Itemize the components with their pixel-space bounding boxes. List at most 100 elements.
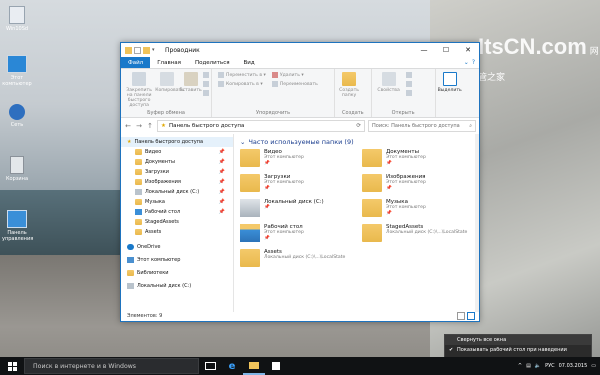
windows-logo-icon — [7, 361, 17, 371]
desktop-icon-control-panel[interactable]: Панель управления — [2, 210, 33, 242]
nav-item[interactable]: Видео 📌 — [121, 147, 233, 157]
pin-icon[interactable]: 📌 — [219, 179, 225, 185]
pin-icon[interactable]: 📌 — [219, 149, 225, 155]
tab-share[interactable]: Поделиться — [188, 57, 237, 68]
close-button[interactable]: ✕ — [457, 43, 479, 57]
chevron-down-icon[interactable]: ▾ — [152, 47, 159, 54]
pin-icon: 📌 — [386, 211, 392, 216]
taskbar-search[interactable]: Поиск в интернете и в Windows — [24, 358, 199, 374]
edge-button[interactable]: e — [221, 357, 243, 375]
minimize-button[interactable]: — — [413, 43, 435, 57]
nav-quick-access[interactable]: ★ Панель быстрого доступа — [121, 137, 233, 147]
volume-icon[interactable]: 🔈 — [535, 363, 541, 369]
clock[interactable]: 07.03.2015 — [559, 363, 588, 369]
help-icon[interactable]: ? — [472, 59, 475, 66]
maximize-button[interactable]: ☐ — [435, 43, 457, 57]
properties-icon[interactable] — [134, 46, 141, 54]
delete-button[interactable]: Удалить ▾ — [271, 71, 318, 79]
move-to-button[interactable]: Переместить в ▾ — [218, 71, 266, 79]
drive-icon — [135, 189, 142, 195]
desktop-icon-recycle-bin[interactable]: Корзина — [2, 156, 32, 182]
nav-local-disk[interactable]: Локальный диск (C:) — [121, 281, 233, 291]
desktop-icon-this-pc[interactable]: Этот компьютер — [2, 55, 32, 87]
pin-icon[interactable]: 📌 — [219, 169, 225, 175]
nav-libraries[interactable]: Библиотеки — [121, 268, 233, 278]
pin-icon[interactable]: 📌 — [219, 209, 225, 215]
desktop-icon-win10sd[interactable]: Win10Sd — [2, 6, 32, 32]
computer-icon — [127, 257, 134, 263]
forward-icon[interactable]: → — [135, 122, 143, 130]
folder-tile-documents[interactable]: Документы Этот компьютер 📌 — [362, 149, 472, 171]
folder-tile-pictures[interactable]: Изображения Этот компьютер 📌 — [362, 174, 472, 196]
folder-tile-video[interactable]: Видео Этот компьютер 📌 — [240, 149, 362, 171]
cut-icon[interactable] — [203, 71, 209, 79]
large-icons-view-icon[interactable] — [467, 312, 475, 320]
pin-icon[interactable]: 📌 — [219, 199, 225, 205]
chevron-down-icon: ⌄ — [240, 137, 246, 146]
properties-icon — [381, 72, 396, 86]
organize-group-label: Упорядочить — [255, 110, 291, 116]
checkmark-icon: ✔ — [449, 347, 454, 353]
nav-item[interactable]: Загрузки 📌 — [121, 167, 233, 177]
rename-button[interactable]: Переименовать — [271, 80, 318, 88]
refresh-icon[interactable]: ⟳ — [356, 123, 361, 129]
copy-to-button[interactable]: Копировать в ▾ — [218, 80, 266, 88]
pin-icon[interactable]: 📌 — [219, 189, 225, 195]
pin-icon[interactable]: 📌 — [219, 159, 225, 165]
tab-home[interactable]: Главная — [150, 57, 188, 68]
folder-tile-music[interactable]: Музыка Этот компьютер 📌 — [362, 199, 472, 221]
nav-this-pc[interactable]: Этот компьютер — [121, 255, 233, 265]
language-indicator[interactable]: РУС — [545, 363, 555, 369]
tab-file[interactable]: Файл — [121, 57, 151, 68]
nav-item[interactable]: Assets — [121, 227, 233, 237]
back-icon[interactable]: ← — [124, 122, 132, 130]
star-icon: ★ — [127, 139, 132, 145]
folder-tile-desktop[interactable]: Рабочий стол Этот компьютер 📌 — [240, 224, 362, 246]
chevron-down-icon[interactable]: ⌄ — [464, 59, 469, 66]
notification-icon[interactable]: ▭ — [591, 363, 596, 369]
task-view-button[interactable] — [199, 357, 221, 375]
edit-icon[interactable] — [405, 80, 412, 88]
scrollbar[interactable] — [475, 134, 479, 312]
search-input[interactable]: Поиск: Панель быстрого доступа ⌕ — [368, 120, 476, 132]
store-button[interactable] — [265, 357, 287, 375]
history-icon[interactable] — [405, 89, 412, 97]
nav-item[interactable]: Изображения 📌 — [121, 177, 233, 187]
paste-shortcut-icon[interactable] — [203, 89, 209, 97]
nav-onedrive[interactable]: OneDrive — [121, 242, 233, 252]
explorer-button[interactable] — [243, 357, 265, 375]
group-header[interactable]: ⌄ Часто используемые папки (9) — [240, 137, 473, 146]
nav-item[interactable]: Рабочий стол 📌 — [121, 207, 233, 217]
nav-item[interactable]: Музыка 📌 — [121, 197, 233, 207]
new-group-label: Создать — [342, 110, 364, 116]
tab-view[interactable]: Вид — [237, 57, 262, 68]
folder-tile-local-disk[interactable]: Локальный диск (C:) 📌 — [240, 199, 362, 221]
pin-icon: 📌 — [386, 161, 392, 166]
nav-item[interactable]: Документы 📌 — [121, 157, 233, 167]
pin-icon: 📌 — [264, 236, 270, 241]
details-view-icon[interactable] — [457, 312, 465, 320]
nav-item[interactable]: StagedAssets — [121, 217, 233, 227]
folder-tile-assets[interactable]: Assets Локальный диск (C:)\...\LocalState — [240, 249, 362, 271]
title-bar[interactable]: ▾ Проводник — ☐ ✕ — [121, 43, 479, 57]
open-icon[interactable] — [405, 71, 412, 79]
folder-tile-staged-assets[interactable]: StagedAssets Локальный диск (C:)\...\Loca… — [362, 224, 472, 246]
open-group-label: Открыть — [391, 110, 415, 116]
copy-path-icon[interactable] — [203, 80, 209, 88]
new-folder-icon[interactable] — [143, 46, 150, 54]
menu-item-peek-desktop[interactable]: ✔ Показывать рабочий стол при наведении — [445, 345, 591, 355]
taskbar-context-menu: Свернуть все окна ✔ Показывать рабочий ст… — [444, 334, 592, 359]
network-icon — [9, 104, 25, 120]
folder-tile-downloads[interactable]: Загрузки Этот компьютер 📌 — [240, 174, 362, 196]
menu-item-minimize-all[interactable]: Свернуть все окна — [445, 335, 591, 345]
ribbon-group-clipboard: Закрепить на панели быстрого доступа Коп… — [121, 69, 212, 117]
start-button[interactable] — [0, 357, 24, 375]
desktop-icon-network[interactable]: Сеть — [2, 104, 32, 128]
up-icon[interactable]: ↑ — [146, 122, 154, 130]
address-bar[interactable]: ★ Панель быстрого доступа ⟳ — [157, 120, 365, 132]
chevron-up-icon[interactable]: ^ — [518, 363, 522, 369]
new-folder-icon — [342, 72, 357, 86]
select-button[interactable]: Выделить — [438, 71, 462, 117]
nav-item[interactable]: Локальный диск (C:) 📌 — [121, 187, 233, 197]
network-icon[interactable]: ▤ — [526, 363, 531, 369]
